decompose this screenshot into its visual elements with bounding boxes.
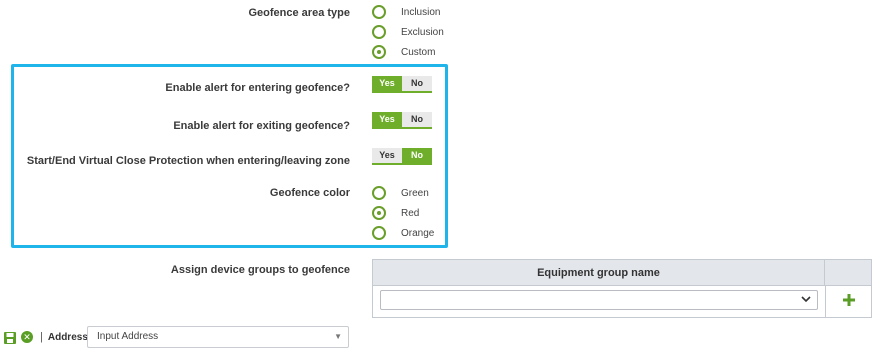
alert-entering-toggle[interactable]: Yes No [372,76,432,93]
radio-custom[interactable]: Custom [372,44,435,60]
radio-orange[interactable]: Orange [372,225,434,241]
column-divider [825,286,826,317]
radio-circle[interactable] [372,226,386,240]
radio-circle[interactable] [372,5,386,19]
toggle-yes[interactable]: Yes [372,112,402,127]
virtual-close-label: Start/End Virtual Close Protection when … [26,155,350,167]
plus-icon[interactable] [843,294,855,306]
column-header-equipment-group: Equipment group name [373,260,825,286]
address-label: Address [47,331,88,343]
radio-label: Green [401,187,429,199]
save-icon[interactable] [4,331,16,344]
geofence-area-type-label: Geofence area type [248,7,351,19]
toggle-yes[interactable]: Yes [372,76,402,91]
equipment-group-select[interactable] [380,290,818,310]
toggle-no[interactable]: No [402,76,432,91]
radio-label: Exclusion [401,26,444,38]
radio-red[interactable]: Red [372,205,419,221]
toggle-no[interactable]: No [402,112,432,127]
alert-exiting-label: Enable alert for exiting geofence? [173,120,350,132]
radio-inclusion[interactable]: Inclusion [372,4,440,20]
radio-label: Orange [401,227,435,239]
address-bar: ✕ | Address Input Address ▼ [4,326,349,348]
alert-exiting-toggle[interactable]: Yes No [372,112,432,129]
device-groups-table: Equipment group name [372,259,872,318]
chevron-down-icon[interactable] [801,294,811,307]
address-placeholder: Input Address [97,331,159,342]
radio-label: Red [401,207,420,219]
virtual-close-toggle[interactable]: Yes No [372,148,432,165]
column-header-actions [825,260,871,286]
cancel-icon[interactable]: ✕ [21,331,33,343]
device-groups-label: Assign device groups to geofence [170,264,350,276]
separator: | [40,331,43,343]
radio-circle[interactable] [372,206,386,220]
add-group-button[interactable] [843,290,855,310]
radio-circle[interactable] [372,186,386,200]
radio-green[interactable]: Green [372,185,429,201]
alert-entering-label: Enable alert for entering geofence? [165,82,350,94]
toggle-yes[interactable]: Yes [372,148,402,163]
radio-label: Inclusion [401,6,441,18]
radio-exclusion[interactable]: Exclusion [372,24,444,40]
radio-circle[interactable] [372,25,386,39]
radio-label: Custom [401,46,436,58]
toggle-no[interactable]: No [402,148,432,163]
address-input[interactable]: Input Address ▼ [87,326,349,348]
dropdown-arrow-icon[interactable]: ▼ [334,327,342,347]
radio-circle[interactable] [372,45,386,59]
geofence-color-label: Geofence color [269,187,350,199]
